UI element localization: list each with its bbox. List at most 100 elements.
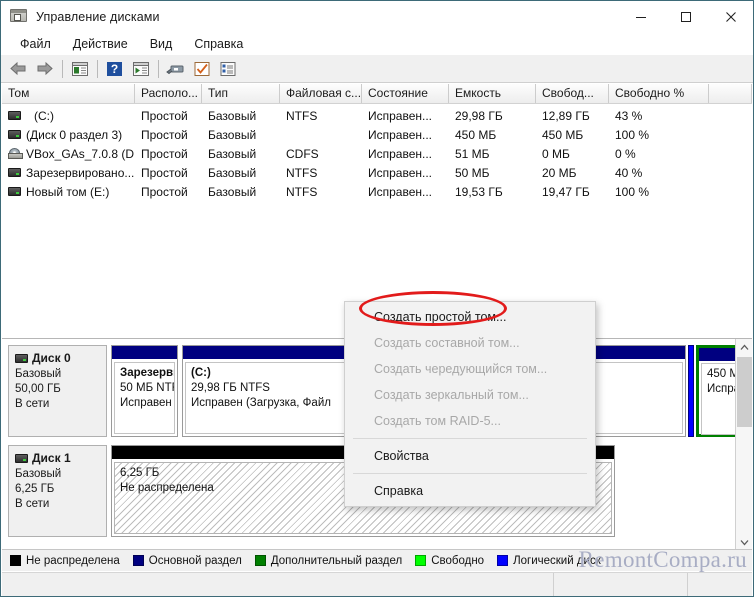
disk-type-label: Базовый bbox=[15, 468, 62, 480]
rescan-disks-icon[interactable] bbox=[163, 57, 188, 81]
partition-status: Исправен (Загрузка, Файл bbox=[191, 397, 331, 409]
volume-list-header: Том Располо... Тип Файловая с... Состоян… bbox=[2, 84, 752, 104]
volume-label: Новый том (E:) bbox=[26, 184, 110, 199]
column-header-status[interactable]: Состояние bbox=[362, 84, 449, 103]
partition-title: Зарезервир bbox=[120, 367, 174, 379]
legend-item-free: Свободно bbox=[415, 555, 484, 567]
volume-label: (Диск 0 раздел 3) bbox=[26, 127, 123, 142]
legend-label: Не распределена bbox=[26, 554, 120, 567]
partition-color-bar bbox=[112, 346, 177, 359]
toolbar-separator bbox=[62, 59, 63, 78]
status-cell-secondary bbox=[554, 573, 688, 596]
volume-cell-name: (C:) bbox=[2, 109, 135, 123]
help-icon[interactable]: ? bbox=[102, 57, 127, 81]
context-menu-separator bbox=[353, 438, 587, 439]
disk-info-1[interactable]: Диск 1 Базовый 6,25 ГБ В сети bbox=[8, 445, 107, 537]
scroll-up-icon[interactable] bbox=[736, 339, 752, 356]
volume-cell-free-percent: 0 % bbox=[615, 146, 636, 161]
disk-info-0[interactable]: Диск 0 Базовый 50,00 ГБ В сети bbox=[8, 345, 107, 437]
column-header-layout[interactable]: Располо... bbox=[135, 84, 202, 103]
column-header-spacer[interactable] bbox=[709, 84, 752, 103]
disk-name-label: Диск 0 bbox=[32, 351, 71, 365]
title-bar: Управление дисками bbox=[1, 1, 753, 32]
column-header-volume[interactable]: Том bbox=[2, 84, 135, 103]
context-menu-separator bbox=[353, 473, 587, 474]
context-menu-item-new-mirrored-volume: Создать зеркальный том... bbox=[374, 388, 529, 402]
hard-disk-icon bbox=[15, 454, 28, 463]
context-menu-item-help[interactable]: Справка bbox=[345, 478, 595, 504]
column-header-capacity[interactable]: Емкость bbox=[449, 84, 536, 103]
menu-item-view[interactable]: Вид bbox=[139, 34, 184, 54]
show-hide-console-tree-icon[interactable] bbox=[67, 57, 92, 81]
window-title: Управление дисками bbox=[36, 9, 160, 24]
forward-arrow-icon[interactable] bbox=[32, 57, 57, 81]
menu-bar: Файл Действие Вид Справка bbox=[1, 32, 753, 55]
volume-cell-layout: Простой bbox=[141, 108, 188, 123]
column-header-free-percent[interactable]: Свободно % bbox=[609, 84, 709, 103]
volume-cell-free: 450 МБ bbox=[542, 127, 584, 142]
back-arrow-icon[interactable] bbox=[6, 57, 31, 81]
vertical-scrollbar[interactable] bbox=[735, 339, 752, 550]
table-row[interactable]: Новый том (E:) Простой Базовый NTFS Испр… bbox=[2, 182, 752, 201]
volume-cell-free: 19,47 ГБ bbox=[542, 184, 590, 199]
context-menu-item-new-spanned-volume: Создать составной том... bbox=[374, 336, 520, 350]
volume-cell-filesystem: NTFS bbox=[286, 108, 318, 123]
table-row[interactable]: (C:) Простой Базовый NTFS Исправен... 29… bbox=[2, 106, 752, 125]
disk-size-label: 6,25 ГБ bbox=[15, 483, 55, 495]
table-row[interactable]: Зарезервировано... Простой Базовый NTFS … bbox=[2, 163, 752, 182]
legend-swatch bbox=[10, 555, 21, 566]
disk-title-0: Диск 0 bbox=[15, 351, 106, 366]
hard-disk-icon bbox=[15, 354, 28, 363]
volume-cell-status: Исправен... bbox=[368, 184, 433, 199]
volume-list-rows: (C:) Простой Базовый NTFS Исправен... 29… bbox=[2, 104, 752, 201]
window-controls bbox=[618, 1, 753, 32]
column-header-type[interactable]: Тип bbox=[202, 84, 280, 103]
legend-label: Свободно bbox=[431, 554, 485, 567]
context-menu-item-new-simple-volume[interactable]: Создать простой том... bbox=[345, 304, 595, 330]
legend-label: Основной раздел bbox=[148, 554, 242, 567]
menu-item-action[interactable]: Действие bbox=[62, 34, 139, 54]
partition-logical-strip[interactable] bbox=[688, 345, 694, 437]
menu-item-help[interactable]: Справка bbox=[183, 34, 254, 54]
table-row[interactable]: VBox_GAs_7.0.8 (D:) Простой Базовый CDFS… bbox=[2, 144, 752, 163]
partition-size: 50 МБ NTFS bbox=[120, 382, 174, 394]
partition-details: Зарезервир 50 МБ NTFS Исправен (С bbox=[114, 362, 175, 434]
cd-drive-icon bbox=[8, 148, 23, 159]
volume-label: Зарезервировано... bbox=[26, 165, 135, 180]
status-cell-main bbox=[2, 573, 554, 596]
hard-disk-icon bbox=[8, 111, 21, 120]
partition-reserved[interactable]: Зарезервир 50 МБ NTFS Исправен (С bbox=[111, 345, 178, 437]
list-properties-icon[interactable] bbox=[215, 57, 240, 81]
volume-cell-type: Базовый bbox=[208, 127, 257, 142]
legend-swatch bbox=[254, 555, 266, 566]
volume-cell-name: Зарезервировано... bbox=[2, 166, 135, 180]
minimize-button[interactable] bbox=[618, 1, 663, 32]
volume-cell-filesystem: CDFS bbox=[286, 146, 319, 161]
show-action-pane-icon[interactable] bbox=[128, 57, 153, 81]
column-header-free[interactable]: Свобод... bbox=[536, 84, 609, 103]
svg-text:?: ? bbox=[111, 62, 118, 76]
properties-check-icon[interactable] bbox=[189, 57, 214, 81]
volume-cell-capacity: 450 МБ bbox=[455, 127, 497, 142]
context-menu-item-properties[interactable]: Свойства bbox=[345, 443, 595, 469]
maximize-button[interactable] bbox=[663, 1, 708, 32]
column-header-filesystem[interactable]: Файловая с... bbox=[280, 84, 362, 103]
volume-cell-free-percent: 100 % bbox=[615, 127, 650, 142]
volume-cell-capacity: 19,53 ГБ bbox=[455, 184, 503, 199]
volume-cell-type: Базовый bbox=[208, 146, 257, 161]
table-row[interactable]: (Диск 0 раздел 3) Простой Базовый Исправ… bbox=[2, 125, 752, 144]
scrollbar-thumb[interactable] bbox=[737, 357, 752, 427]
volume-cell-status: Исправен... bbox=[368, 108, 433, 123]
volume-cell-name: VBox_GAs_7.0.8 (D:) bbox=[2, 147, 135, 161]
volume-cell-layout: Простой bbox=[141, 127, 188, 142]
close-button[interactable] bbox=[708, 1, 753, 32]
disk-name-label: Диск 1 bbox=[32, 451, 71, 465]
context-menu-item-new-striped-volume: Создать чередующийся том... bbox=[374, 362, 548, 376]
volume-cell-type: Базовый bbox=[208, 184, 257, 199]
volume-cell-free: 20 МБ bbox=[542, 165, 577, 180]
toolbar-separator bbox=[97, 59, 98, 78]
menu-item-file[interactable]: Файл bbox=[9, 34, 62, 54]
disk-title-1: Диск 1 bbox=[15, 451, 106, 466]
volume-cell-layout: Простой bbox=[141, 165, 188, 180]
volume-cell-capacity: 51 МБ bbox=[455, 146, 490, 161]
